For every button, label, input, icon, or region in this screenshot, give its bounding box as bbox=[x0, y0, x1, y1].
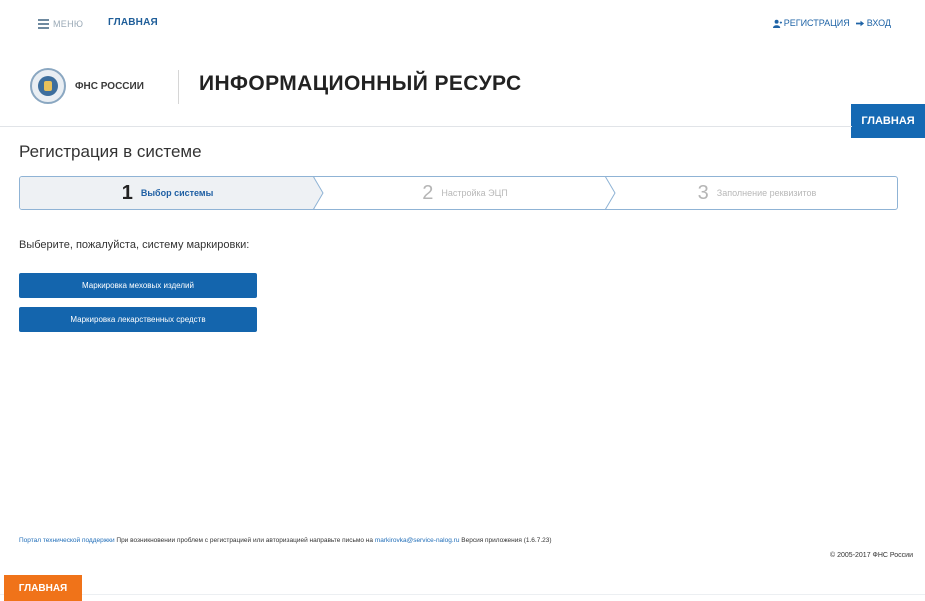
step-3: 3 Заполнение реквизитов bbox=[616, 177, 897, 209]
menu-label: МЕНЮ bbox=[53, 19, 84, 29]
step-1-label: Выбор системы bbox=[140, 188, 214, 198]
fur-products-button[interactable]: Маркировка меховых изделий bbox=[19, 273, 257, 298]
header-separator bbox=[0, 126, 852, 127]
bottom-divider bbox=[0, 594, 925, 595]
register-label: РЕГИСТРАЦИЯ bbox=[783, 18, 850, 28]
step-3-number: 3 bbox=[697, 181, 709, 204]
sign-in-icon bbox=[855, 20, 864, 26]
system-prompt: Выберите, пожалуйста, систему маркировки… bbox=[19, 239, 250, 251]
logo-text: ФНС РОССИИ bbox=[75, 80, 144, 92]
page-title: Регистрация в системе bbox=[19, 142, 202, 161]
header-divider bbox=[178, 70, 179, 104]
app-version: Версия приложения (1.6.7.23) bbox=[461, 537, 552, 544]
fns-emblem-icon bbox=[30, 68, 66, 104]
bottom-home-tab[interactable]: ГЛАВНАЯ bbox=[4, 575, 82, 601]
step-separator-icon bbox=[310, 177, 324, 209]
step-2-number: 2 bbox=[422, 181, 434, 204]
step-3-label: Заполнение реквизитов bbox=[716, 188, 817, 198]
copyright: © 2005-2017 ФНС России bbox=[830, 552, 913, 559]
footer: Портал технической поддержки При возникн… bbox=[19, 537, 914, 544]
login-link[interactable]: ВХОД bbox=[855, 18, 891, 28]
medicines-button[interactable]: Маркировка лекарственных средств bbox=[19, 307, 257, 332]
login-label: ВХОД bbox=[866, 18, 891, 28]
support-portal-link[interactable]: Портал технической поддержки bbox=[19, 537, 115, 544]
footer-message: При возникновении проблем с регистрацией… bbox=[116, 537, 373, 544]
step-2-label: Настройка ЭЦП bbox=[441, 188, 508, 198]
home-tab[interactable]: ГЛАВНАЯ bbox=[851, 104, 925, 138]
top-bar: МЕНЮ ГЛАВНАЯ РЕГИСТРАЦИЯ ВХОД bbox=[0, 0, 925, 48]
step-2: 2 Настройка ЭЦП bbox=[325, 177, 605, 209]
step-1: 1 Выбор системы bbox=[20, 177, 315, 209]
fns-logo[interactable]: ФНС РОССИИ bbox=[30, 68, 144, 104]
support-email-link[interactable]: markirovka@service-nalog.ru bbox=[375, 537, 460, 544]
step-1-number: 1 bbox=[121, 181, 133, 204]
auth-links: РЕГИСТРАЦИЯ ВХОД bbox=[772, 18, 891, 28]
resource-title: ИНФОРМАЦИОННЫЙ РЕСУРС bbox=[199, 72, 522, 95]
hamburger-icon bbox=[38, 17, 49, 31]
home-link[interactable]: ГЛАВНАЯ bbox=[108, 17, 158, 28]
step-separator-icon bbox=[605, 177, 616, 209]
register-link[interactable]: РЕГИСТРАЦИЯ bbox=[772, 18, 850, 28]
menu-button[interactable]: МЕНЮ bbox=[38, 17, 83, 31]
registration-steps: 1 Выбор системы 2 Настройка ЭЦП 3 Заполн… bbox=[19, 176, 898, 210]
user-icon bbox=[772, 19, 782, 28]
